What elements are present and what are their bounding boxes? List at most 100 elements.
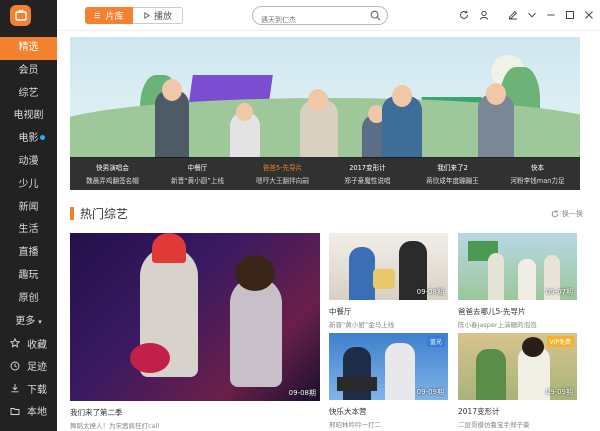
sidebar-item-more[interactable]: 更多 ▾ <box>0 311 57 334</box>
sidebar-item-label: 动漫 <box>18 155 39 167</box>
hero-banner[interactable]: 快男演唱会 魏晨弄鸡翻签名帽 中餐厅 新晋“黄小厨”上线 爸爸5-先导片 嗯哼大王翻拌… <box>70 37 580 190</box>
banner-art-person <box>236 103 253 121</box>
thumbnail-art <box>230 277 282 387</box>
video-description: 陈小春Jasper上演糖的泡泡 <box>458 321 537 329</box>
sidebar-item-history[interactable]: 足迹 <box>0 355 57 378</box>
episode-label: 09-08期 <box>416 288 444 296</box>
sidebar-item-kids[interactable]: 少儿 <box>0 174 57 197</box>
sidebar-item-label: 综艺 <box>18 87 39 99</box>
video-thumbnail: 09-08期 <box>329 233 448 300</box>
video-card[interactable]: 蓝光 09-09期 快乐大本营 邢昭林吟吟一打二 <box>329 333 448 429</box>
sidebar-item-label: 新闻 <box>18 201 39 213</box>
sidebar-item-life[interactable]: 生活 <box>0 219 57 242</box>
refresh-icon <box>551 210 559 218</box>
sidebar-item-news[interactable]: 新闻 <box>0 197 57 220</box>
sidebar-item-movies[interactable]: 电影 <box>0 128 57 151</box>
sidebar-item-label: 下载 <box>27 384 47 396</box>
banner-caption-item[interactable]: 快本 河粉李钱man力足 <box>495 157 580 190</box>
sidebar-item-vip[interactable]: 会员 <box>0 60 57 83</box>
caption-title: 2017变形计 <box>349 164 386 172</box>
banner-caption-item[interactable]: 中餐厅 新晋“黄小厨”上线 <box>155 157 240 190</box>
new-dot-icon <box>40 135 45 141</box>
thumbnail-art <box>130 343 170 373</box>
sidebar-item-anime[interactable]: 动漫 <box>0 151 57 174</box>
minimize-icon[interactable] <box>546 10 556 20</box>
tab-library[interactable]: 片库 <box>85 7 133 24</box>
sidebar-item-tv-series[interactable]: 电视剧 <box>0 105 57 128</box>
video-description: 舞蹈太撩人！为宋茜疯狂打call <box>70 422 160 430</box>
sidebar-item-label: 生活 <box>18 224 39 236</box>
sidebar-item-fun[interactable]: 趣玩 <box>0 265 57 288</box>
sidebar-item-label: 足迹 <box>27 362 47 374</box>
video-card[interactable]: 09-07期 爸爸去哪儿5-先导片 陈小春Jasper上演糖的泡泡 <box>458 233 577 329</box>
sidebar-item-label: 直播 <box>18 247 39 259</box>
quality-badge: 蓝光 <box>426 336 445 347</box>
banner-caption-item[interactable]: 我们来了2 蒋欣成年度蹦蹦王 <box>410 157 495 190</box>
search-box <box>252 6 388 29</box>
caption-title: 我们来了2 <box>437 164 468 172</box>
chevron-down-icon[interactable] <box>527 10 537 20</box>
tab-play[interactable]: 播放 <box>133 7 183 24</box>
search-input[interactable] <box>253 11 363 29</box>
sidebar-item-downloads[interactable]: 下载 <box>0 377 57 400</box>
video-title: 爸爸去哪儿5-先导片 <box>458 307 526 316</box>
banner-art-person <box>162 79 182 101</box>
close-icon[interactable] <box>584 10 594 20</box>
section-accent-bar <box>70 207 74 220</box>
refresh-button[interactable]: 换一换 <box>551 209 583 219</box>
sidebar-item-live[interactable]: 直播 <box>0 242 57 265</box>
sidebar-item-label: 电影 <box>18 133 39 145</box>
thumbnail-art <box>152 233 186 263</box>
section-title: 热门综艺 <box>80 207 129 221</box>
video-description: 二层哥模仿鲁宝手郑子豪 <box>458 421 530 429</box>
thumbnail-art <box>518 259 536 300</box>
caption-subtitle: 蒋欣成年度蹦蹦王 <box>426 177 479 185</box>
edit-icon[interactable] <box>508 10 518 20</box>
banner-caption-item-active[interactable]: 爸爸5-先导片 嗯哼大王翻拌向嗣 <box>240 157 325 190</box>
episode-label: 09-07期 <box>545 288 573 296</box>
sidebar-item-favorites[interactable]: 收藏 <box>0 332 57 355</box>
sidebar-item-label: 电视剧 <box>13 110 44 122</box>
thumbnail-art <box>373 269 395 289</box>
refresh-icon[interactable] <box>459 10 469 20</box>
thumbnail-art <box>476 349 506 400</box>
thumbnail-art <box>522 337 544 357</box>
play-icon <box>144 12 150 19</box>
episode-label: 09-08期 <box>288 389 316 397</box>
sidebar-nav: 精选 会员 综艺 电视剧 电影 动漫 少儿 新闻 生活 直播 趣玩 原创 更多 ▾ <box>0 37 57 333</box>
video-title: 快乐大本营 <box>329 407 367 416</box>
video-description: 新晋“黄小厨”金马上线 <box>329 321 395 329</box>
vip-badge: VIP免费 <box>546 336 574 347</box>
thumbnail-art <box>385 343 415 400</box>
video-thumbnail: 蓝光 09-09期 <box>329 333 448 400</box>
video-card[interactable]: VIP免费 09-09期 2017变形计 二层哥模仿鲁宝手郑子豪 <box>458 333 577 429</box>
sidebar-item-label: 少儿 <box>18 178 39 190</box>
download-icon <box>11 384 19 393</box>
banner-caption-item[interactable]: 快男演唱会 魏晨弄鸡翻签名帽 <box>70 157 155 190</box>
sidebar-item-label: 本地 <box>27 407 47 419</box>
sidebar-item-label: 趣玩 <box>18 269 39 281</box>
user-icon[interactable] <box>479 10 489 20</box>
new-dot-icon <box>40 44 45 49</box>
app-window: 精选 会员 综艺 电视剧 电影 动漫 少儿 新闻 生活 直播 趣玩 原创 更多 ▾… <box>0 0 600 431</box>
thumbnail-art <box>488 253 504 300</box>
video-card-featured[interactable]: 09-08期 我们来了第二季 舞蹈太撩人！为宋茜疯狂打call <box>70 233 320 430</box>
app-logo[interactable] <box>10 5 31 26</box>
video-card[interactable]: 09-08期 中餐厅 新晋“黄小厨”金马上线 <box>329 233 448 329</box>
top-bar: 片库 播放 <box>57 0 600 31</box>
search-icon[interactable] <box>370 10 381 21</box>
episode-label: 09-09期 <box>416 388 444 396</box>
video-thumbnail: 09-08期 <box>70 233 320 401</box>
sidebar-item-original[interactable]: 原创 <box>0 288 57 311</box>
video-title: 我们来了第二季 <box>70 408 123 417</box>
maximize-icon[interactable] <box>565 10 575 20</box>
video-thumbnail: VIP免费 09-09期 <box>458 333 577 400</box>
sidebar-item-local[interactable]: 本地 <box>0 400 57 423</box>
banner-caption-item[interactable]: 2017变形计 郑子豪魔性说唱 <box>325 157 410 190</box>
caption-subtitle: 嗯哼大王翻拌向嗣 <box>256 177 309 185</box>
thumbnail-art <box>235 255 275 291</box>
sidebar-item-variety[interactable]: 综艺 <box>0 83 57 106</box>
sidebar-item-featured[interactable]: 精选 <box>0 37 57 60</box>
star-icon <box>10 338 20 348</box>
caption-title: 快本 <box>530 164 545 172</box>
